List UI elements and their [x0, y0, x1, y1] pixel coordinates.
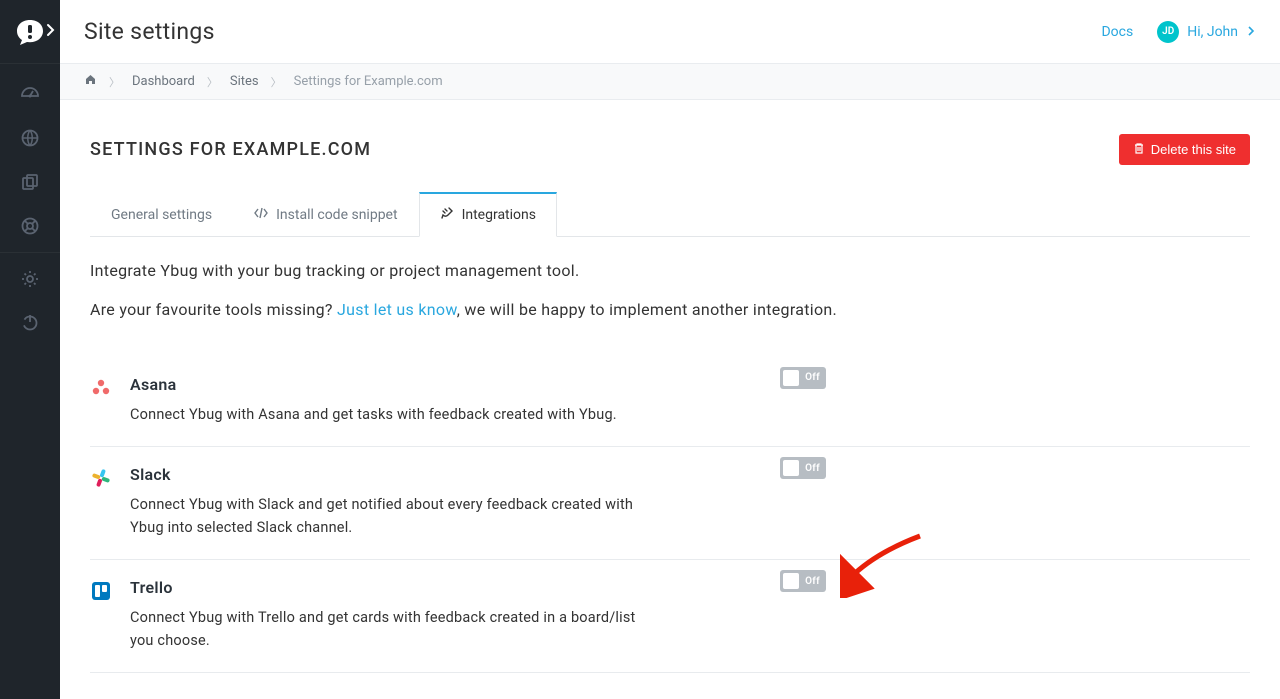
- crumb-dashboard[interactable]: Dashboard: [132, 74, 195, 89]
- let-us-know-link[interactable]: Just let us know: [337, 300, 457, 319]
- tab-label: Install code snippet: [276, 207, 397, 223]
- delete-site-button[interactable]: Delete this site: [1119, 134, 1250, 165]
- breadcrumb: 〉 Dashboard 〉 Sites 〉 Settings for Examp…: [60, 64, 1280, 100]
- logo-area: [0, 0, 60, 64]
- tab-general[interactable]: General settings: [90, 192, 233, 237]
- docs-link[interactable]: Docs: [1101, 24, 1133, 40]
- user-greeting: Hi, John: [1187, 24, 1238, 40]
- sidebar-item-support[interactable]: [0, 204, 60, 248]
- tab-install[interactable]: Install code snippet: [233, 192, 418, 237]
- sidebar-item-logout[interactable]: [0, 300, 60, 344]
- avatar: JD: [1157, 21, 1179, 43]
- integration-desc: Connect Ybug with Asana and get tasks wi…: [130, 404, 650, 426]
- integration-row-slack: Slack Connect Ybug with Slack and get no…: [90, 447, 1250, 560]
- sidebar-item-copy[interactable]: [0, 160, 60, 204]
- card-title: SETTINGS FOR EXAMPLE.COM: [90, 139, 371, 160]
- expand-sidebar-icon[interactable]: [44, 23, 58, 41]
- asana-icon: [90, 375, 130, 426]
- integration-row-asana: Asana Connect Ybug with Asana and get ta…: [90, 357, 1250, 447]
- integration-title: Slack: [130, 465, 1250, 484]
- toggle-asana[interactable]: Off: [780, 367, 826, 389]
- crumb-current: Settings for Example.com: [294, 74, 443, 89]
- chevron-right-icon: 〉: [109, 74, 120, 90]
- code-icon: [254, 207, 268, 223]
- toggle-trello[interactable]: Off: [780, 570, 826, 592]
- header: Site settings Docs JD Hi, John: [60, 0, 1280, 64]
- sidebar-item-sites[interactable]: [0, 116, 60, 160]
- chevron-right-icon: [1246, 24, 1256, 40]
- integration-title: Asana: [130, 375, 1250, 394]
- page-title: Site settings: [84, 18, 215, 45]
- crumb-sites[interactable]: Sites: [230, 74, 259, 89]
- delete-label: Delete this site: [1151, 142, 1236, 157]
- tabs: General settings Install code snippet In…: [90, 191, 1250, 237]
- chevron-right-icon: 〉: [271, 74, 282, 90]
- home-icon[interactable]: [84, 73, 97, 90]
- integration-desc: Connect Ybug with Slack and get notified…: [130, 494, 650, 539]
- sidebar-item-settings[interactable]: [0, 252, 60, 300]
- chevron-right-icon: 〉: [207, 74, 218, 90]
- intro-text: Integrate Ybug with your bug tracking or…: [90, 261, 1250, 280]
- logo-bubble-icon: [15, 18, 45, 46]
- intro-text-2: Are your favourite tools missing? Just l…: [90, 298, 850, 323]
- sidebar: [0, 0, 60, 699]
- slack-icon: [90, 465, 130, 539]
- tab-integrations[interactable]: Integrations: [419, 192, 557, 237]
- tab-label: Integrations: [462, 207, 536, 223]
- trello-icon: [90, 578, 130, 652]
- trash-icon: [1133, 142, 1145, 157]
- integration-row-trello: Trello Connect Ybug with Trello and get …: [90, 560, 1250, 673]
- integration-desc: Connect Ybug with Trello and get cards w…: [130, 607, 650, 652]
- plug-icon: [440, 206, 454, 224]
- sidebar-item-dashboard[interactable]: [0, 72, 60, 116]
- integration-title: Trello: [130, 578, 1250, 597]
- user-menu[interactable]: JD Hi, John: [1157, 21, 1256, 43]
- toggle-slack[interactable]: Off: [780, 457, 826, 479]
- tab-label: General settings: [111, 207, 212, 223]
